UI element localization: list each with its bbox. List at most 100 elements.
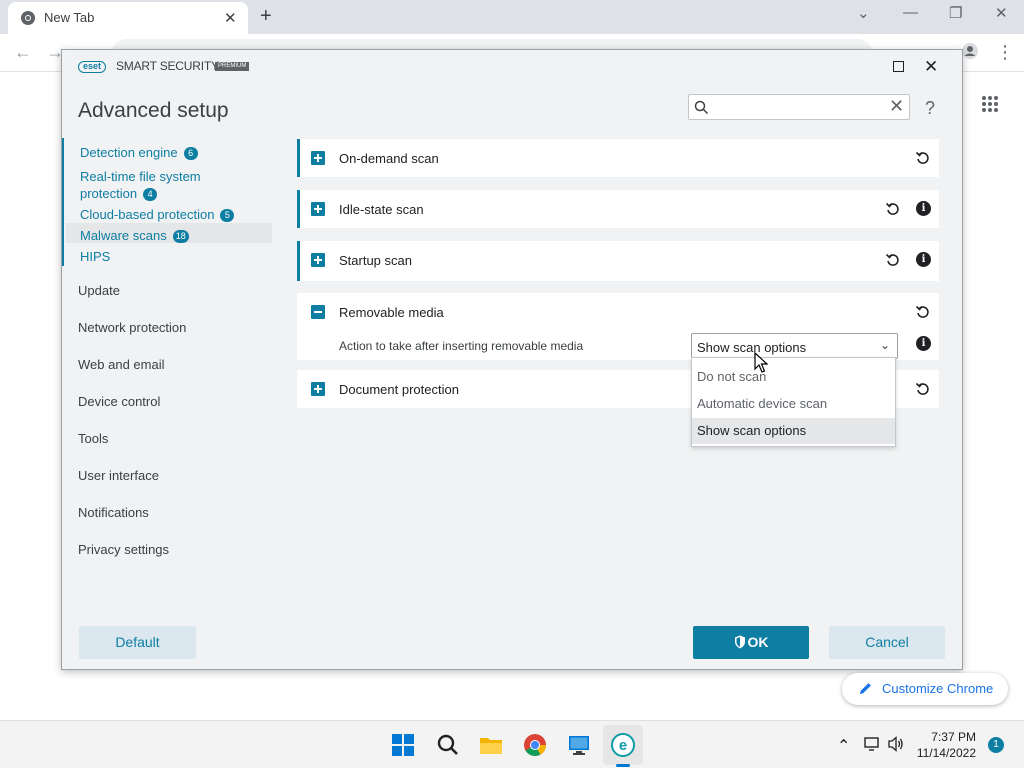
windows-start-icon[interactable] [391, 733, 415, 757]
removable-action-label: Action to take after inserting removable… [339, 339, 584, 353]
chevron-down-icon: ⌄ [880, 338, 891, 352]
removable-action-select[interactable]: Show scan options ⌄ [691, 333, 898, 359]
expand-icon[interactable] [311, 151, 325, 165]
back-icon[interactable]: ← [14, 42, 32, 63]
restore-icon[interactable]: ❐ [949, 4, 962, 22]
show-hidden-icons-icon[interactable]: ⌃ [837, 736, 850, 756]
chrome-icon [21, 11, 35, 25]
info-icon[interactable]: i [916, 252, 931, 267]
section-startup-scan: Startup scan i [297, 241, 939, 281]
search-icon [694, 100, 709, 115]
windows-taskbar: e ⌃ 7:37 PM 11/14/2022 1 [0, 720, 1024, 768]
close-dialog-icon[interactable]: ✕ [924, 57, 938, 77]
sidebar-item-device-control[interactable]: Device control [78, 394, 160, 409]
customize-chrome-button[interactable]: Customize Chrome [842, 673, 1008, 705]
reset-icon[interactable] [885, 201, 901, 217]
help-icon[interactable]: ? [925, 98, 935, 119]
count-badge: 18 [172, 230, 189, 243]
apps-grid-icon[interactable] [981, 95, 999, 113]
sidebar-item-label: HIPS [80, 249, 111, 264]
reset-icon[interactable] [915, 304, 931, 320]
taskbar-clock[interactable]: 7:37 PM 11/14/2022 [900, 729, 976, 761]
expand-icon[interactable] [311, 253, 325, 267]
customize-chrome-label: Customize Chrome [882, 681, 994, 696]
sidebar-item-tools[interactable]: Tools [78, 431, 108, 446]
search-box[interactable]: ✕ [688, 94, 910, 120]
product-name: SMART SECURITY [116, 59, 219, 73]
section-title[interactable]: On-demand scan [339, 151, 439, 166]
chrome-menu-icon[interactable]: ⋮ [996, 42, 1014, 63]
count-badge: 4 [143, 188, 158, 201]
section-removable-media: Removable media Action to take after ins… [297, 293, 939, 360]
chrome-tab-bar: New Tab ✕ + ⌄ — ❐ ✕ [0, 0, 1024, 34]
clock-date: 11/14/2022 [916, 746, 976, 760]
sidebar-item-update[interactable]: Update [78, 283, 120, 298]
expand-icon[interactable] [311, 202, 325, 216]
eset-logo: eset [78, 61, 107, 73]
info-icon[interactable]: i [916, 201, 931, 216]
file-explorer-icon[interactable] [479, 733, 503, 757]
option-automatic-device-scan[interactable]: Automatic device scan [692, 391, 895, 417]
section-title[interactable]: Document protection [339, 382, 459, 397]
section-title[interactable]: Idle-state scan [339, 202, 424, 217]
svg-text:e: e [619, 737, 627, 754]
expand-icon[interactable] [311, 382, 325, 396]
sidebar-item-privacy-settings[interactable]: Privacy settings [78, 542, 169, 557]
option-do-not-scan[interactable]: Do not scan [692, 364, 895, 390]
default-button[interactable]: Default [79, 626, 196, 659]
sidebar-item-network-protection[interactable]: Network protection [78, 320, 186, 335]
select-value: Show scan options [697, 340, 807, 355]
search-taskbar-icon[interactable] [436, 733, 460, 757]
tab-search-icon[interactable]: ⌄ [857, 4, 870, 22]
option-show-scan-options[interactable]: Show scan options [692, 418, 895, 444]
ok-button[interactable]: OK [693, 626, 809, 659]
tab-title: New Tab [44, 10, 95, 25]
count-badge: 6 [183, 147, 198, 160]
shield-icon [734, 635, 745, 649]
sidebar-item-notifications[interactable]: Notifications [78, 505, 149, 520]
sidebar-item-cloud-protection[interactable]: Cloud-based protection 5 [80, 206, 235, 223]
chrome-tab-new-tab[interactable]: New Tab ✕ [8, 2, 248, 34]
sidebar-item-malware-scans[interactable]: Malware scans 18 [80, 227, 189, 244]
cancel-button[interactable]: Cancel [829, 626, 945, 659]
sidebar-item-realtime-protection[interactable]: Real-time file system protection 4 [80, 168, 201, 202]
collapse-icon[interactable] [311, 305, 325, 319]
chrome-taskbar-icon[interactable] [523, 733, 547, 757]
maximize-icon[interactable] [893, 61, 904, 72]
notification-badge[interactable]: 1 [988, 737, 1004, 753]
section-title[interactable]: Startup scan [339, 253, 412, 268]
close-window-icon[interactable]: ✕ [995, 4, 1008, 22]
sidebar-item-label-line2: protection [80, 186, 138, 201]
info-icon[interactable]: i [916, 336, 931, 351]
reset-icon[interactable] [885, 252, 901, 268]
section-idle-state-scan: Idle-state scan i [297, 190, 939, 228]
mouse-cursor-icon [754, 352, 768, 373]
search-input[interactable] [715, 97, 885, 117]
sidebar-item-detection-engine[interactable]: Detection engine 6 [80, 144, 198, 161]
count-badge: 5 [220, 209, 235, 222]
eset-taskbar-icon[interactable]: e [611, 733, 635, 757]
section-title[interactable]: Removable media [339, 305, 444, 320]
profile-icon[interactable] [962, 43, 978, 59]
new-tab-button[interactable]: + [260, 5, 272, 28]
tab-close-icon[interactable]: ✕ [224, 9, 237, 27]
sidebar-item-label: Real-time file system [80, 169, 201, 184]
page-title: Advanced setup [78, 99, 229, 122]
detection-subgroup: Detection engine 6 Real-time file system … [62, 138, 272, 266]
clock-time: 7:37 PM [931, 730, 976, 744]
sidebar-item-hips[interactable]: HIPS [80, 248, 110, 265]
sidebar-item-label: Detection engine [80, 145, 178, 160]
sidebar-item-user-interface[interactable]: User interface [78, 468, 159, 483]
pencil-icon [860, 683, 871, 694]
network-icon[interactable] [864, 736, 881, 752]
remote-desktop-icon[interactable] [567, 733, 591, 757]
search-clear-icon[interactable]: ✕ [889, 96, 904, 117]
premium-badge: PREMIUM [215, 62, 250, 71]
reset-icon[interactable] [915, 381, 931, 397]
minimize-icon[interactable]: — [903, 4, 918, 21]
removable-action-options: Do not scan Automatic device scan Show s… [691, 357, 896, 447]
sidebar-item-web-and-email[interactable]: Web and email [78, 357, 164, 372]
section-on-demand-scan: On-demand scan [297, 139, 939, 177]
reset-icon[interactable] [915, 150, 931, 166]
sidebar-item-label: Malware scans [80, 228, 167, 243]
